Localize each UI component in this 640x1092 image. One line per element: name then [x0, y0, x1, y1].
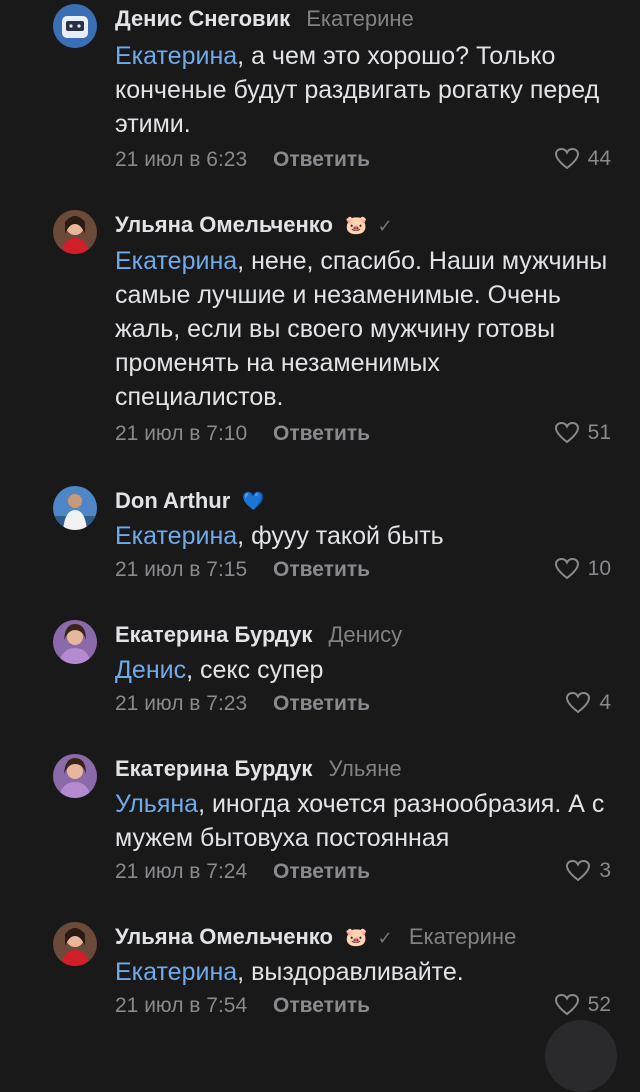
comment-text: Екатерина, фууу такой быть	[115, 522, 444, 550]
heart-outline-icon	[554, 421, 579, 444]
heart-outline-icon	[554, 993, 579, 1016]
reply-button[interactable]: Ответить	[273, 422, 370, 445]
reply-to-name[interactable]: Екатерине	[409, 924, 517, 949]
reply-to-name[interactable]: Ульяне	[329, 756, 402, 781]
floating-action-button[interactable]	[545, 1020, 617, 1092]
author-name[interactable]: Don Arthur	[115, 488, 230, 513]
verified-check-icon: ✓	[377, 928, 393, 948]
like-button[interactable]: 52	[554, 993, 611, 1017]
avatar[interactable]	[53, 620, 97, 664]
like-count: 3	[599, 859, 611, 882]
comment-meta: 21 июл в 7:23 Ответить	[115, 692, 370, 716]
heart-outline-icon	[554, 147, 579, 170]
verified-check-icon: ✓	[377, 216, 393, 236]
timestamp: 21 июл в 7:54	[115, 994, 248, 1017]
heart-outline-icon	[566, 859, 591, 882]
mention-link[interactable]: Ульяна	[115, 790, 198, 818]
reply-to-name[interactable]: Екатерине	[306, 6, 414, 31]
reply-to-name[interactable]: Денису	[329, 622, 403, 647]
timestamp: 21 июл в 6:23	[115, 148, 248, 171]
comment-text: Ульяна, иногда хочется разнообразия. А с…	[115, 790, 605, 852]
mention-link[interactable]: Екатерина	[115, 42, 237, 70]
comment-text: Екатерина, нене, спасибо. Наши мужчины с…	[115, 247, 608, 411]
comment-header: Екатерина Бурдук Ульяне	[115, 756, 402, 782]
comment-header: Ульяна Омельченко 🐷 ✓	[115, 212, 393, 238]
comment-meta: 21 июл в 7:15 Ответить	[115, 558, 370, 582]
heart-outline-icon	[566, 691, 591, 714]
author-name[interactable]: Ульяна Омельченко	[115, 212, 333, 237]
avatar[interactable]	[53, 922, 97, 966]
comment-header: Денис Снеговик Екатерине	[115, 6, 414, 32]
like-count: 52	[587, 993, 611, 1016]
like-count: 4	[599, 691, 611, 714]
comment-header: Don Arthur 💙	[115, 488, 265, 514]
comment-header: Ульяна Омельченко 🐷 ✓ Екатерине	[115, 924, 516, 950]
avatar[interactable]	[53, 486, 97, 530]
pig-badge-icon: 🐷	[345, 927, 368, 947]
avatar[interactable]	[53, 4, 97, 48]
avatar[interactable]	[53, 754, 97, 798]
like-count: 51	[587, 421, 611, 444]
comment-meta: 21 июл в 7:54 Ответить	[115, 994, 370, 1018]
comment-meta: 21 июл в 7:10 Ответить	[115, 422, 370, 446]
mention-link[interactable]: Екатерина	[115, 522, 237, 550]
superman-badge-icon: 💙	[242, 491, 265, 511]
mention-link[interactable]: Денис	[115, 656, 186, 684]
like-button[interactable]: 10	[554, 557, 611, 581]
like-button[interactable]: 44	[554, 147, 611, 171]
author-name[interactable]: Екатерина Бурдук	[115, 622, 312, 647]
timestamp: 21 июл в 7:15	[115, 558, 248, 581]
reply-button[interactable]: Ответить	[273, 692, 370, 715]
comment-text: Денис, секс супер	[115, 656, 324, 684]
reply-button[interactable]: Ответить	[273, 994, 370, 1017]
reply-button[interactable]: Ответить	[273, 558, 370, 581]
like-button[interactable]: 4	[565, 691, 611, 715]
heart-outline-icon	[554, 557, 579, 580]
comment-meta: 21 июл в 6:23 Ответить	[115, 148, 370, 172]
reply-button[interactable]: Ответить	[273, 148, 370, 171]
timestamp: 21 июл в 7:24	[115, 860, 248, 883]
reply-button[interactable]: Ответить	[273, 860, 370, 883]
author-name[interactable]: Ульяна Омельченко	[115, 924, 333, 949]
mention-link[interactable]: Екатерина	[115, 247, 237, 275]
pig-badge-icon: 🐷	[345, 215, 368, 235]
timestamp: 21 июл в 7:10	[115, 422, 248, 445]
author-name[interactable]: Денис Снеговик	[115, 6, 290, 31]
like-button[interactable]: 51	[554, 421, 611, 445]
mention-link[interactable]: Екатерина	[115, 958, 237, 986]
like-button[interactable]: 3	[565, 859, 611, 883]
avatar[interactable]	[53, 210, 97, 254]
like-count: 10	[587, 557, 611, 580]
comment-header: Екатерина Бурдук Денису	[115, 622, 402, 648]
comment-text: Екатерина, а чем это хорошо? Только конч…	[115, 42, 600, 138]
timestamp: 21 июл в 7:23	[115, 692, 248, 715]
comment-meta: 21 июл в 7:24 Ответить	[115, 860, 370, 884]
like-count: 44	[587, 147, 611, 170]
comment-text: Екатерина, выздоравливайте.	[115, 958, 464, 986]
author-name[interactable]: Екатерина Бурдук	[115, 756, 312, 781]
